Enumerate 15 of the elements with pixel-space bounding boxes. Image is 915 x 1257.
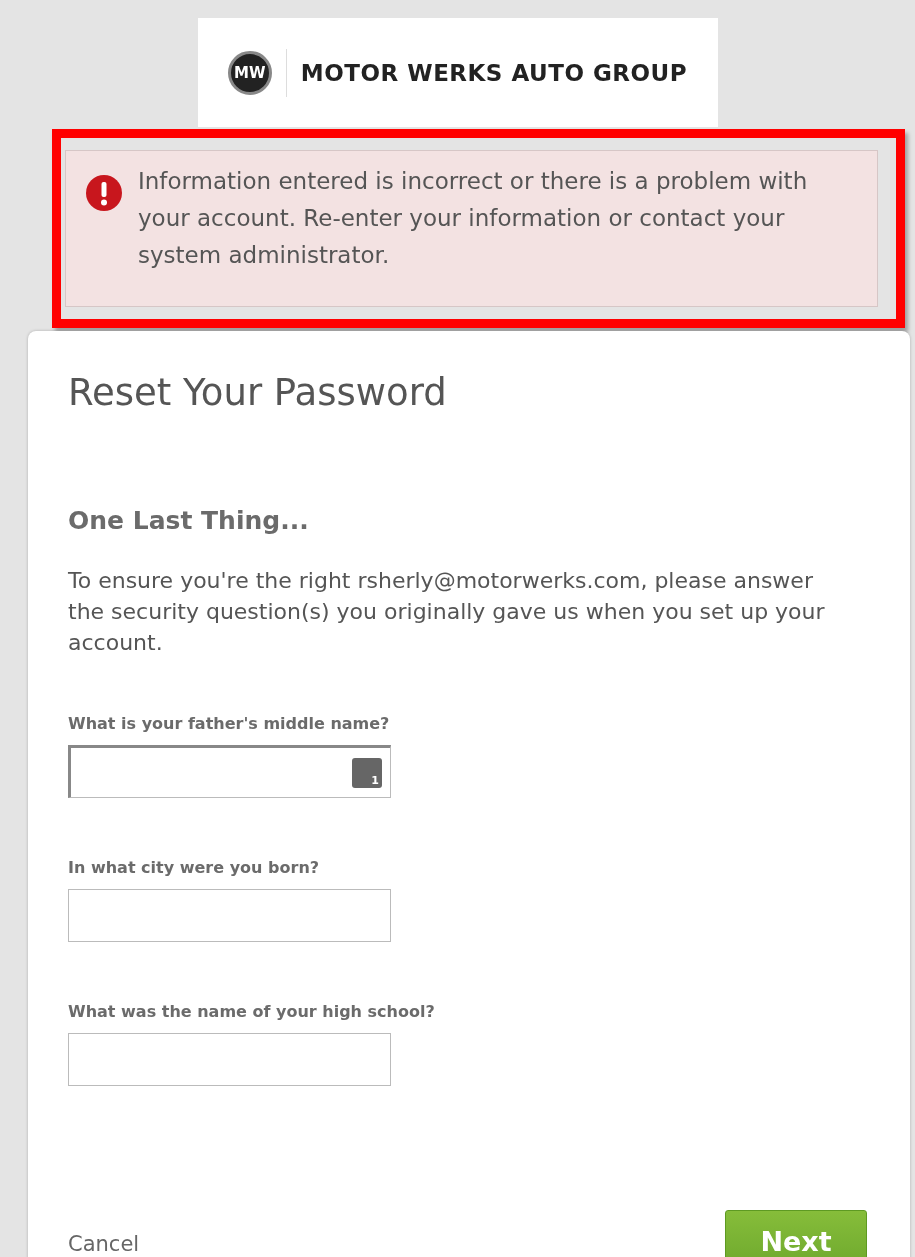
- input-field[interactable]: [68, 1033, 391, 1086]
- section-heading: One Last Thing...: [68, 506, 310, 535]
- company-name: MOTOR WERKS AUTO GROUP: [300, 59, 688, 86]
- logo-mark: MW: [227, 50, 272, 95]
- cancel-link[interactable]: Cancel: [68, 1232, 140, 1256]
- error-message: Information entered is incorrect or there is a problem with your account. Re-enter your information or contact your system administrator.: [138, 167, 809, 270]
- field-label: What is your father's middle name?: [68, 714, 391, 733]
- password-manager-icon[interactable]: 1: [352, 758, 382, 788]
- input-field[interactable]: 1: [68, 745, 391, 798]
- page-title: Reset Your Password: [68, 371, 448, 414]
- intro-text: To ensure you're the right rsherly@motorwerks.com, please answer the security question(s) you originally gave us when you set up your account.: [68, 567, 826, 657]
- field-label: In what city were you born?: [68, 858, 321, 877]
- field-label: What was the name of your high school?: [68, 1002, 436, 1021]
- error-icon: [86, 175, 122, 211]
- input-field[interactable]: [68, 889, 391, 942]
